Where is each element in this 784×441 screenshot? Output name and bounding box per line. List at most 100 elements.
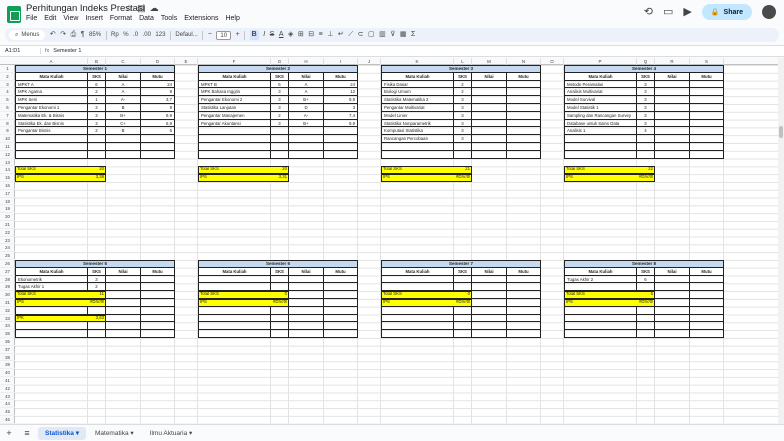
table-cell[interactable] [472,119,507,128]
row-header[interactable]: 37 [0,346,15,354]
table-cell[interactable] [198,275,271,284]
move-folder-icon[interactable]: ▤ [137,3,146,14]
row-header[interactable]: 28 [0,276,15,284]
table-cell[interactable] [507,306,541,315]
ips-value[interactable]: 3,31 [271,174,289,182]
text-rotate-icon[interactable]: ⟋ [348,30,353,40]
row-header[interactable]: 1 [0,65,15,73]
table-cell[interactable] [655,119,690,128]
filter-views-icon[interactable]: ▦ [400,30,407,40]
table-cell[interactable] [690,314,724,323]
table-cell[interactable] [655,111,690,120]
all-sheets-icon[interactable]: ≡ [18,428,36,438]
table-cell[interactable]: Pengantar Ekonomi 2 [198,96,271,104]
table-cell[interactable] [271,322,289,331]
table-cell[interactable] [637,135,655,143]
table-cell[interactable]: Rancangan Percobaan [381,135,454,143]
link-icon[interactable]: ⊂ [358,30,364,40]
semester-title[interactable]: Semester 6 [198,260,358,268]
ips-value[interactable]: 3,38 [88,174,106,182]
table-cell[interactable]: A [106,80,141,89]
row-header[interactable]: 46 [0,416,15,424]
menu-search[interactable]: ⌕ Menus [9,30,46,40]
row-header[interactable]: 21 [0,221,15,229]
table-cell[interactable] [289,127,324,136]
table-cell[interactable]: Pengantar Ekonomi 1 [15,104,88,112]
table-cell[interactable]: 3 [271,104,289,112]
row-header[interactable]: 14 [0,166,15,175]
table-cell[interactable] [690,96,724,104]
bold-icon[interactable]: B [249,30,259,40]
table-cell[interactable] [507,119,541,128]
table-cell[interactable] [289,322,324,331]
table-cell[interactable] [271,330,289,338]
menu-tools[interactable]: Tools [161,15,177,22]
menu-format[interactable]: Format [110,15,132,22]
table-cell[interactable]: 6,9 [141,119,175,128]
plus-icon[interactable]: + [236,30,240,40]
number-format-button[interactable]: 123 [155,32,165,38]
table-cell[interactable] [690,111,724,120]
total-sks-label[interactable]: Total SKS [198,166,271,174]
column-header[interactable]: D [141,58,175,65]
table-cell[interactable]: 3 [88,111,106,120]
table-cell[interactable] [655,143,690,151]
table-cell[interactable] [472,314,507,323]
row-header[interactable]: 23 [0,237,15,245]
table-cell[interactable] [507,322,541,331]
table-cell[interactable] [271,283,289,292]
table-header-cell[interactable]: Mata Kuliah [198,267,271,276]
tab-matematika[interactable]: Matematika ▾ [88,427,141,440]
spreadsheet-grid[interactable]: ABCDEFGHIJKLMNOPQRS 1 2 3 4 5 6 7 8 9 10 11 12 13 14 1… [0,58,778,424]
fill-color-icon[interactable]: ◈ [288,30,293,40]
zoom-select[interactable]: 85% [89,32,101,38]
percent-format-button[interactable]: % [123,32,128,38]
table-cell[interactable] [141,135,175,143]
table-cell[interactable] [141,314,175,323]
table-cell[interactable]: MPK Agama [15,88,88,97]
table-cell[interactable]: Sampling dan Rancangan Survey [564,111,637,120]
table-cell[interactable]: MPK Bahasa Inggris [198,88,271,97]
table-cell[interactable] [289,143,324,151]
table-cell[interactable] [690,127,724,136]
table-cell[interactable]: Pengantar Manajemen [198,111,271,120]
total-sks-value[interactable]: 11 [88,291,106,299]
table-header-cell[interactable]: Mata Kuliah [564,72,637,81]
table-cell[interactable] [472,322,507,331]
table-cell[interactable] [324,143,358,151]
add-sheet-icon[interactable]: + [0,428,18,438]
table-cell[interactable] [198,306,271,315]
table-cell[interactable] [472,299,507,307]
history-icon[interactable]: ⟲ [644,5,653,19]
table-cell[interactable] [198,127,271,136]
table-cell[interactable]: 3 [88,104,106,112]
table-cell[interactable]: Tugas Akhir 1 [15,283,88,292]
row-header[interactable]: 11 [0,143,15,151]
row-header[interactable]: 27 [0,268,15,276]
table-cell[interactable] [381,283,454,292]
row-header[interactable]: 12 [0,151,15,159]
table-cell[interactable] [141,150,175,159]
table-cell[interactable] [507,143,541,151]
table-cell[interactable]: Biologi Umum [381,88,454,97]
table-cell[interactable] [472,275,507,284]
table-cell[interactable] [324,283,358,292]
table-cell[interactable] [564,314,637,323]
table-cell[interactable] [271,314,289,323]
table-cell[interactable] [655,306,690,315]
table-cell[interactable]: Pengantar Akuntansi [198,119,271,128]
row-header[interactable]: 4 [0,88,15,97]
menu-edit[interactable]: Edit [44,15,56,22]
table-cell[interactable] [271,143,289,151]
row-header[interactable]: 8 [0,120,15,128]
table-cell[interactable] [454,275,472,284]
column-header[interactable]: H [289,58,324,65]
column-header[interactable]: R [655,58,690,65]
table-cell[interactable] [289,135,324,143]
column-header[interactable]: G [271,58,289,65]
semester-title[interactable]: Semester 8 [564,260,724,268]
table-cell[interactable] [472,150,507,159]
table-header-cell[interactable]: SKS [271,267,289,276]
table-cell[interactable] [15,306,88,315]
total-sks-label[interactable]: Total SKS [15,166,88,174]
